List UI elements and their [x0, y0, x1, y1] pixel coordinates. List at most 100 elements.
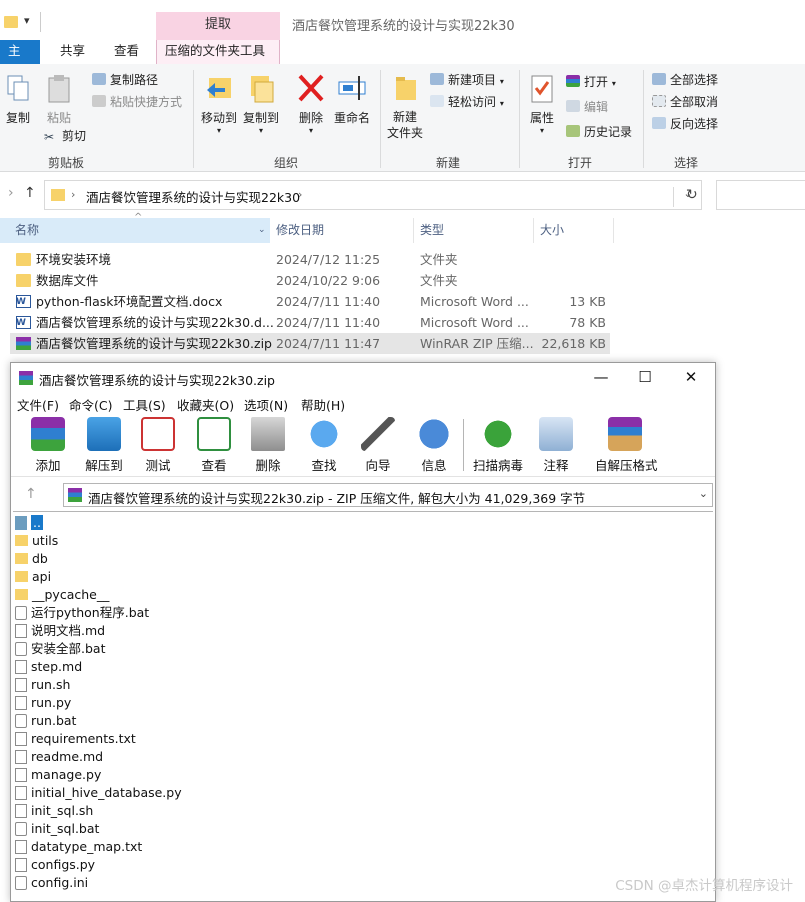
archive-list-item[interactable]: datatype_map.txt: [15, 838, 142, 856]
archive-list-item[interactable]: init_sql.sh: [15, 802, 93, 820]
column-date[interactable]: 修改日期: [270, 218, 414, 243]
up-arrow-icon[interactable]: ↑: [24, 185, 36, 201]
archive-list-item[interactable]: step.md: [15, 658, 82, 676]
wand-icon: [361, 417, 395, 451]
comment-button[interactable]: 注释: [533, 417, 579, 474]
context-tab-extract[interactable]: 提取: [156, 12, 280, 40]
archive-item-name: init_sql.bat: [31, 821, 100, 836]
address-bar[interactable]: › 酒店餐饮管理系统的设计与实现22k30 › ⌄ ↻: [44, 180, 702, 210]
chevron-down-icon[interactable]: ⌄: [699, 487, 708, 500]
chevron-down-icon[interactable]: ›: [8, 185, 14, 201]
file-date: 2024/7/12 11:25: [276, 252, 381, 267]
archive-item-name: run.py: [31, 695, 72, 710]
paste-shortcut-button[interactable]: 粘贴快捷方式: [92, 92, 182, 112]
archive-list-item[interactable]: requirements.txt: [15, 730, 136, 748]
easy-access-button[interactable]: 轻松访问 ▾: [430, 92, 504, 112]
file-row[interactable]: 酒店餐饮管理系统的设计与实现22k30.zip 2024/7/11 11:47 Wi…: [10, 333, 610, 354]
add-button[interactable]: 添加: [25, 417, 71, 474]
archive-item-name: config.ini: [31, 875, 89, 890]
folder-icon[interactable]: [4, 16, 18, 28]
test-checklist-icon: [141, 417, 175, 451]
archive-list-item[interactable]: run.py: [15, 694, 71, 712]
column-size[interactable]: 大小: [534, 218, 614, 243]
chevron-right-icon[interactable]: ›: [71, 188, 75, 201]
close-button[interactable]: ✕: [669, 366, 713, 390]
chevron-down-icon: ▾: [499, 99, 504, 108]
archive-list-item[interactable]: run.sh: [15, 676, 70, 694]
cut-button[interactable]: ✂ 剪切: [44, 126, 86, 146]
menu-tools[interactable]: 工具(S): [123, 395, 166, 414]
tab-share[interactable]: 共享: [52, 40, 93, 64]
invert-selection-button[interactable]: 反向选择: [652, 114, 718, 134]
properties-button[interactable]: 属性 ▾: [524, 74, 560, 135]
select-all-button[interactable]: 全部选择: [652, 70, 718, 90]
scan-virus-button[interactable]: 扫描病毒: [473, 417, 523, 474]
archive-list-item[interactable]: __pycache__: [15, 586, 109, 604]
find-button[interactable]: 查找: [301, 417, 347, 474]
file-row[interactable]: python-flask环境配置文档.docx 2024/7/11 11:40 Mi…: [10, 291, 610, 313]
archive-list-item[interactable]: 说明文档.md: [15, 622, 105, 640]
copy-path-button[interactable]: 复制路径: [92, 70, 158, 90]
archive-list-item[interactable]: config.ini: [15, 874, 88, 892]
search-input[interactable]: [716, 180, 805, 210]
delete-archive-button[interactable]: 删除: [245, 417, 291, 474]
archive-list-item[interactable]: 安装全部.bat: [15, 640, 105, 658]
copy-to-button[interactable]: 复制到 ▾: [242, 72, 280, 135]
archive-list-item[interactable]: initial_hive_database.py: [15, 784, 182, 802]
edit-button[interactable]: 编辑: [566, 97, 608, 117]
new-folder-button[interactable]: 新建 文件夹: [386, 72, 424, 141]
minimize-button[interactable]: —: [579, 366, 623, 390]
tab-home[interactable]: 主页: [0, 40, 40, 80]
menu-commands[interactable]: 命令(C): [69, 395, 112, 414]
new-item-button[interactable]: 新建项目 ▾: [430, 70, 504, 90]
tab-view[interactable]: 查看: [106, 40, 147, 64]
wizard-button[interactable]: 向导: [355, 417, 401, 474]
column-type[interactable]: 类型: [414, 218, 534, 243]
winrar-window: 酒店餐饮管理系统的设计与实现22k30.zip — ☐ ✕ 文件(F) 命令(C…: [10, 362, 716, 902]
delete-button[interactable]: 删除 ▾: [296, 72, 326, 135]
copy-label: 复制: [5, 111, 30, 125]
history-button[interactable]: 历史记录: [566, 122, 632, 142]
sfx-button[interactable]: 自解压格式: [595, 417, 658, 474]
copy-button[interactable]: 复制: [4, 74, 32, 126]
file-row[interactable]: 环境安装环境 2024/7/12 11:25 文件夹: [10, 249, 610, 270]
extract-to-button[interactable]: 解压到: [81, 417, 127, 474]
view-button[interactable]: 查看: [191, 417, 237, 474]
new-folder-icon: [396, 77, 416, 100]
archive-list-item[interactable]: readme.md: [15, 748, 103, 766]
menu-favorites[interactable]: 收藏夹(O): [177, 395, 234, 414]
rename-button[interactable]: 重命名: [332, 72, 372, 126]
file-row[interactable]: 酒店餐饮管理系统的设计与实现22k30.d...2024/7/11 11:40 M…: [10, 312, 610, 334]
archive-list-item[interactable]: init_sql.bat: [15, 820, 99, 838]
quick-access-dropdown-icon[interactable]: ▾: [24, 14, 30, 27]
move-to-button[interactable]: 移动到 ▾: [200, 72, 238, 135]
up-arrow-icon[interactable]: ↑: [25, 486, 37, 502]
tab-compressed-tools[interactable]: 压缩的文件夹工具: [156, 40, 280, 64]
archive-list-item[interactable]: configs.py: [15, 856, 95, 874]
info-button[interactable]: 信息: [411, 417, 457, 474]
archive-list-item[interactable]: ..: [15, 514, 43, 532]
archive-list-item[interactable]: api: [15, 568, 51, 586]
column-name[interactable]: 名称: [0, 218, 270, 243]
refresh-icon[interactable]: ↻: [673, 187, 698, 207]
archive-list-item[interactable]: 运行python程序.bat: [15, 604, 149, 622]
paste-button[interactable]: 粘贴: [44, 74, 74, 126]
open-button[interactable]: 打开 ▾: [566, 72, 616, 92]
archive-item-name: readme.md: [31, 749, 104, 764]
archive-list-item[interactable]: utils: [15, 532, 58, 550]
chevron-right-icon[interactable]: ›: [298, 188, 302, 201]
archive-path-box[interactable]: 酒店餐饮管理系统的设计与实现22k30.zip - ZIP 压缩文件, 解包大小…: [63, 483, 713, 507]
archive-list-item[interactable]: db: [15, 550, 48, 568]
archive-list-item[interactable]: manage.py: [15, 766, 101, 784]
menu-file[interactable]: 文件(F): [17, 395, 59, 414]
maximize-button[interactable]: ☐: [623, 366, 667, 390]
column-dropdown-icon[interactable]: ⌄: [258, 218, 270, 243]
menu-options[interactable]: 选项(N): [244, 395, 288, 414]
archive-list-item[interactable]: run.bat: [15, 712, 76, 730]
test-button[interactable]: 测试: [135, 417, 181, 474]
menu-help[interactable]: 帮助(H): [301, 395, 345, 414]
select-none-button[interactable]: 全部取消: [652, 92, 718, 112]
file-row[interactable]: 数据库文件 2024/10/22 9:06 文件夹: [10, 270, 610, 291]
winrar-icon: [19, 371, 33, 385]
archive-item-name: datatype_map.txt: [31, 839, 143, 854]
